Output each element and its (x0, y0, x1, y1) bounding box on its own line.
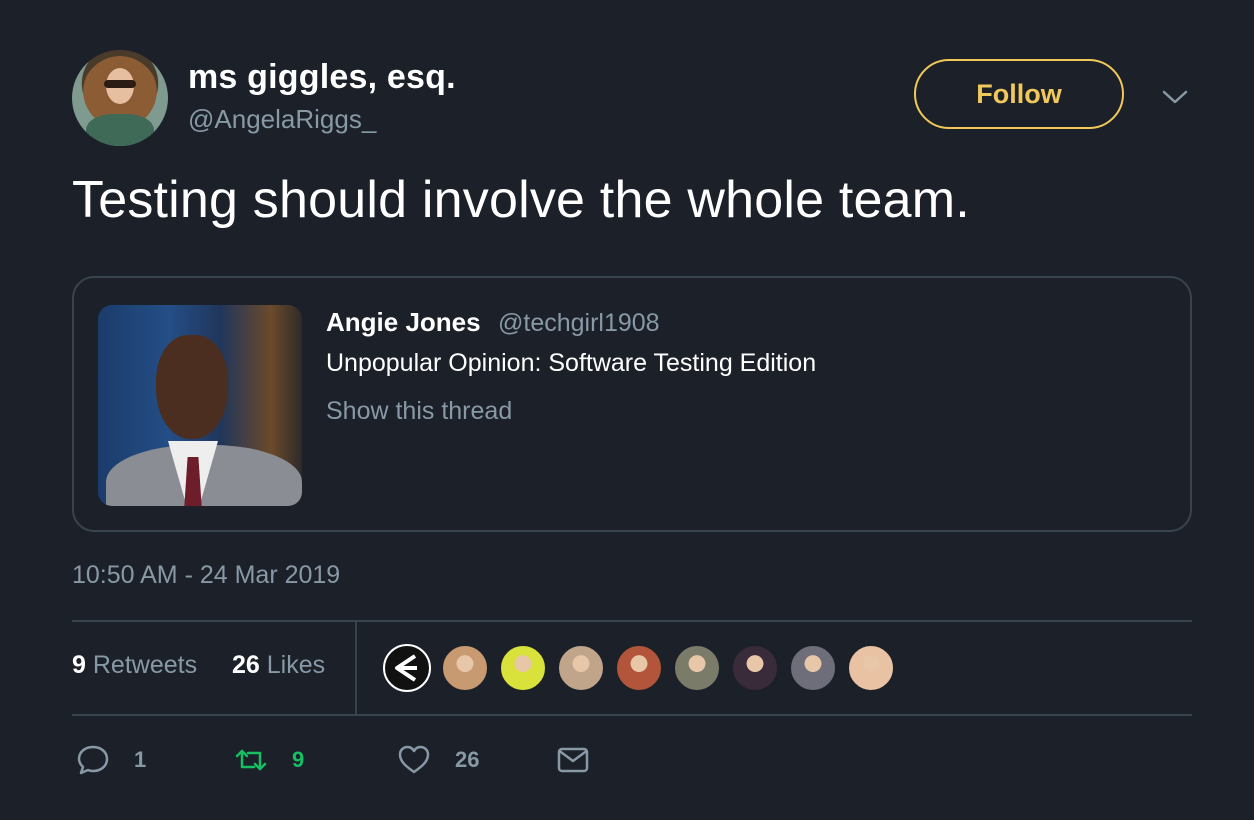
author-avatar[interactable] (72, 50, 168, 146)
liker-avatar[interactable] (847, 644, 895, 692)
liker-avatar[interactable] (731, 644, 779, 692)
like-button[interactable]: 26 (397, 742, 479, 778)
retweets-stat[interactable]: 9 Retweets (72, 651, 197, 680)
direct-message-button[interactable] (556, 742, 590, 778)
quoted-tweet-image[interactable] (98, 305, 302, 506)
retweet-button[interactable]: 9 (234, 742, 304, 778)
quoted-author-name: Angie Jones (326, 307, 481, 337)
likes-stat[interactable]: 26 Likes (232, 651, 325, 680)
divider-top (72, 620, 1192, 622)
liker-avatar[interactable] (383, 644, 431, 692)
likes-label: Likes (266, 651, 326, 679)
author-handle[interactable]: @AngelaRiggs_ (188, 104, 376, 135)
reply-count: 1 (134, 747, 147, 772)
reply-icon (77, 745, 109, 775)
retweet-count: 9 (292, 747, 305, 772)
quoted-tweet-text: Unpopular Opinion: Software Testing Edit… (326, 349, 817, 377)
liker-avatar[interactable] (789, 644, 837, 692)
quoted-author-handle: @techgirl1908 (498, 309, 660, 337)
retweets-count: 9 (72, 651, 86, 679)
retweet-icon (235, 749, 267, 771)
follow-button[interactable]: Follow (914, 59, 1124, 129)
liker-avatar[interactable] (441, 644, 489, 692)
liker-avatar[interactable] (557, 644, 605, 692)
show-thread-link[interactable]: Show this thread (326, 397, 512, 426)
tweet-timestamp[interactable]: 10:50 AM - 24 Mar 2019 (72, 561, 340, 590)
reply-button[interactable]: 1 (76, 742, 146, 778)
liker-avatar[interactable] (673, 644, 721, 692)
likers-avatars (383, 644, 905, 692)
divider-bottom (72, 714, 1192, 716)
envelope-icon (557, 747, 589, 773)
stats-divider (355, 622, 357, 714)
retweets-label: Retweets (92, 651, 198, 679)
liker-avatar[interactable] (499, 644, 547, 692)
chevron-down-icon[interactable] (1160, 86, 1190, 108)
liker-avatar[interactable] (615, 644, 663, 692)
like-count: 26 (455, 747, 480, 772)
tweet-text: Testing should involve the whole team. (72, 171, 970, 229)
likes-count: 26 (232, 651, 260, 679)
heart-icon (398, 745, 430, 774)
author-display-name[interactable]: ms giggles, esq. (188, 58, 456, 97)
